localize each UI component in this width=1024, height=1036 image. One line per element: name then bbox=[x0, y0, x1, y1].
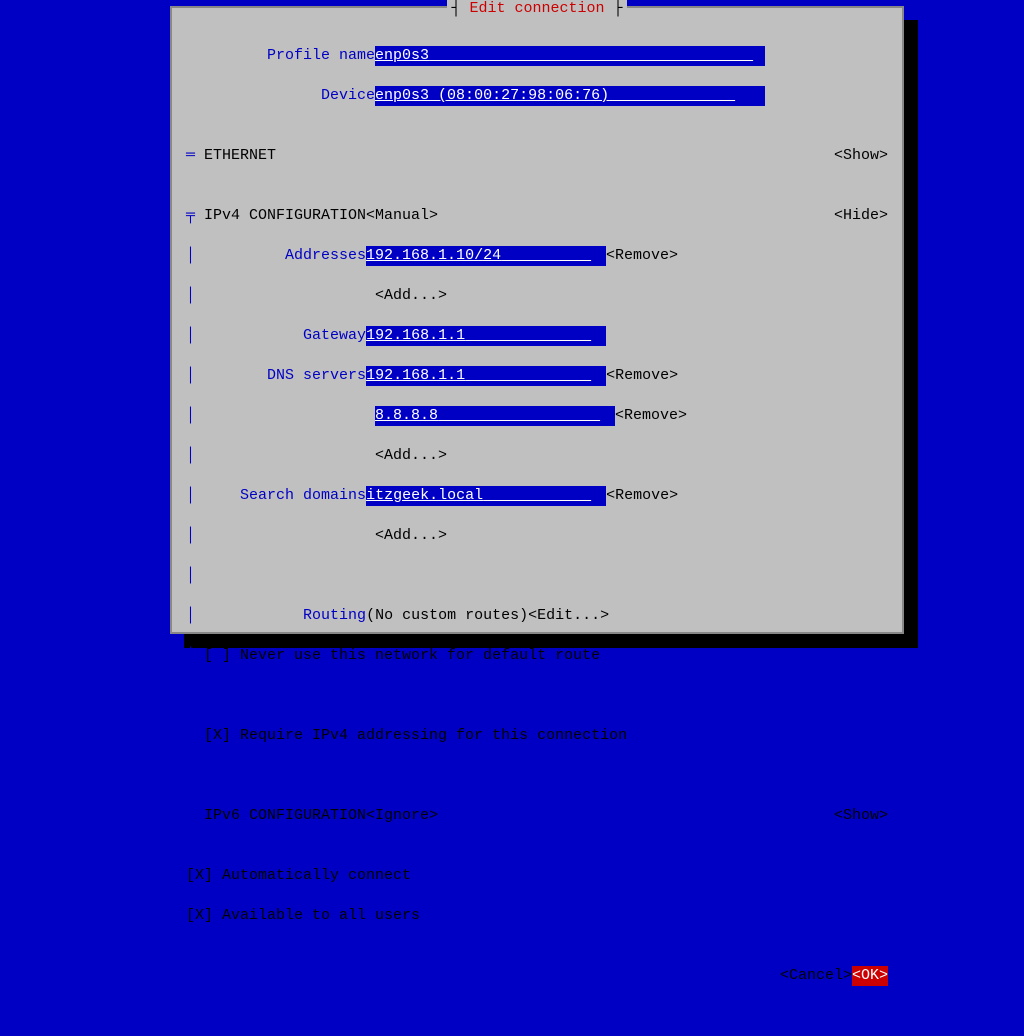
ok-button[interactable]: <OK> bbox=[852, 966, 888, 986]
ipv6-show-button[interactable]: <Show> bbox=[834, 806, 888, 826]
search-remove-button[interactable]: <Remove> bbox=[606, 486, 678, 506]
dialog-title: Edit connection bbox=[469, 0, 604, 17]
ethernet-heading: ETHERNET bbox=[204, 146, 276, 166]
title-bar: ┤ Edit connection ├ bbox=[172, 0, 902, 17]
dns2-remove-button[interactable]: <Remove> bbox=[615, 406, 687, 426]
dns-add-button[interactable]: <Add...> bbox=[375, 446, 447, 466]
search-domain-input[interactable]: itzgeek.local bbox=[366, 486, 606, 506]
device-input[interactable]: enp0s3 (08:00:27:98:06:76) bbox=[375, 86, 765, 106]
dns1-input[interactable]: 192.168.1.1 bbox=[366, 366, 606, 386]
ipv4-mode-select[interactable]: <Manual> bbox=[366, 206, 438, 226]
address-remove-button[interactable]: <Remove> bbox=[606, 246, 678, 266]
device-label: Device bbox=[321, 86, 375, 106]
gateway-input[interactable]: 192.168.1.1 bbox=[366, 326, 606, 346]
dns1-remove-button[interactable]: <Remove> bbox=[606, 366, 678, 386]
never-default-checkbox[interactable]: [ ] Never use this network for default r… bbox=[204, 646, 600, 666]
address-input[interactable]: 192.168.1.10/24 bbox=[366, 246, 606, 266]
ipv4-heading: IPv4 CONFIGURATION bbox=[204, 206, 366, 226]
auto-connect-checkbox[interactable]: [X] Automatically connect bbox=[186, 866, 411, 886]
all-users-checkbox[interactable]: [X] Available to all users bbox=[186, 906, 420, 926]
ethernet-show-button[interactable]: <Show> bbox=[834, 146, 888, 166]
edit-connection-dialog: ┤ Edit connection ├ Profile name enp0s3 … bbox=[170, 6, 904, 634]
ipv4-hide-button[interactable]: <Hide> bbox=[834, 206, 888, 226]
address-add-button[interactable]: <Add...> bbox=[375, 286, 447, 306]
search-add-button[interactable]: <Add...> bbox=[375, 526, 447, 546]
dns-label: DNS servers bbox=[267, 366, 366, 386]
profile-name-input[interactable]: enp0s3 bbox=[375, 46, 765, 66]
dns2-input[interactable]: 8.8.8.8 bbox=[375, 406, 615, 426]
addresses-label: Addresses bbox=[285, 246, 366, 266]
routing-status: (No custom routes) bbox=[366, 606, 528, 626]
gateway-label: Gateway bbox=[303, 326, 366, 346]
ipv6-mode-select[interactable]: <Ignore> bbox=[366, 806, 438, 826]
require-ipv4-checkbox[interactable]: [X] Require IPv4 addressing for this con… bbox=[204, 726, 627, 746]
routing-edit-button[interactable]: <Edit...> bbox=[528, 606, 609, 626]
profile-name-label: Profile name bbox=[267, 46, 375, 66]
cancel-button[interactable]: <Cancel> bbox=[780, 966, 852, 986]
ipv6-heading: IPv6 CONFIGURATION bbox=[204, 806, 366, 826]
routing-label: Routing bbox=[303, 606, 366, 626]
search-domains-label: Search domains bbox=[240, 486, 366, 506]
